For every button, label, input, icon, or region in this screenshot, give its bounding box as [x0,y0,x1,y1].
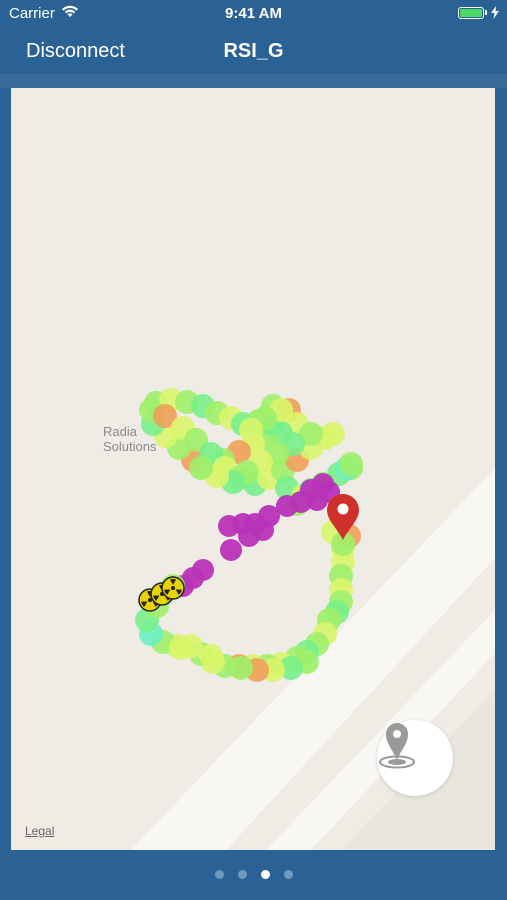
battery-full-icon [458,6,499,19]
clock: 9:41 AM [225,5,282,22]
page-dot[interactable] [214,870,224,879]
location-pin-icon [379,723,415,769]
page-dot[interactable] [237,870,247,879]
track-point [339,452,363,476]
track-point [239,418,263,442]
bottom-bar [0,850,507,900]
page-dot[interactable] [260,870,270,879]
place-label-line2: Solutions [103,439,157,454]
status-bar: Carrier 9:41 AM [0,0,507,28]
navigation-bar: Disconnect RSI_G [0,28,507,74]
page-control[interactable] [0,870,507,879]
track-point [218,515,240,537]
header-divider [0,74,507,88]
page-title: RSI_G [223,40,284,62]
track-point [229,656,253,680]
place-label-line1: Radia [103,424,138,439]
track-point [169,636,193,660]
track-point [199,644,223,668]
measurement-track [135,388,363,682]
locate-button[interactable] [377,720,453,796]
legal-link[interactable]: Legal [25,824,54,838]
track-point [189,456,213,480]
charging-bolt-icon [491,6,499,19]
page-dot[interactable] [283,870,293,879]
track-point [321,422,345,446]
radiation-icon[interactable] [161,576,185,600]
track-point [252,519,274,541]
track-point [220,539,242,561]
map-view[interactable]: Radia Solutions Legal [11,88,495,850]
